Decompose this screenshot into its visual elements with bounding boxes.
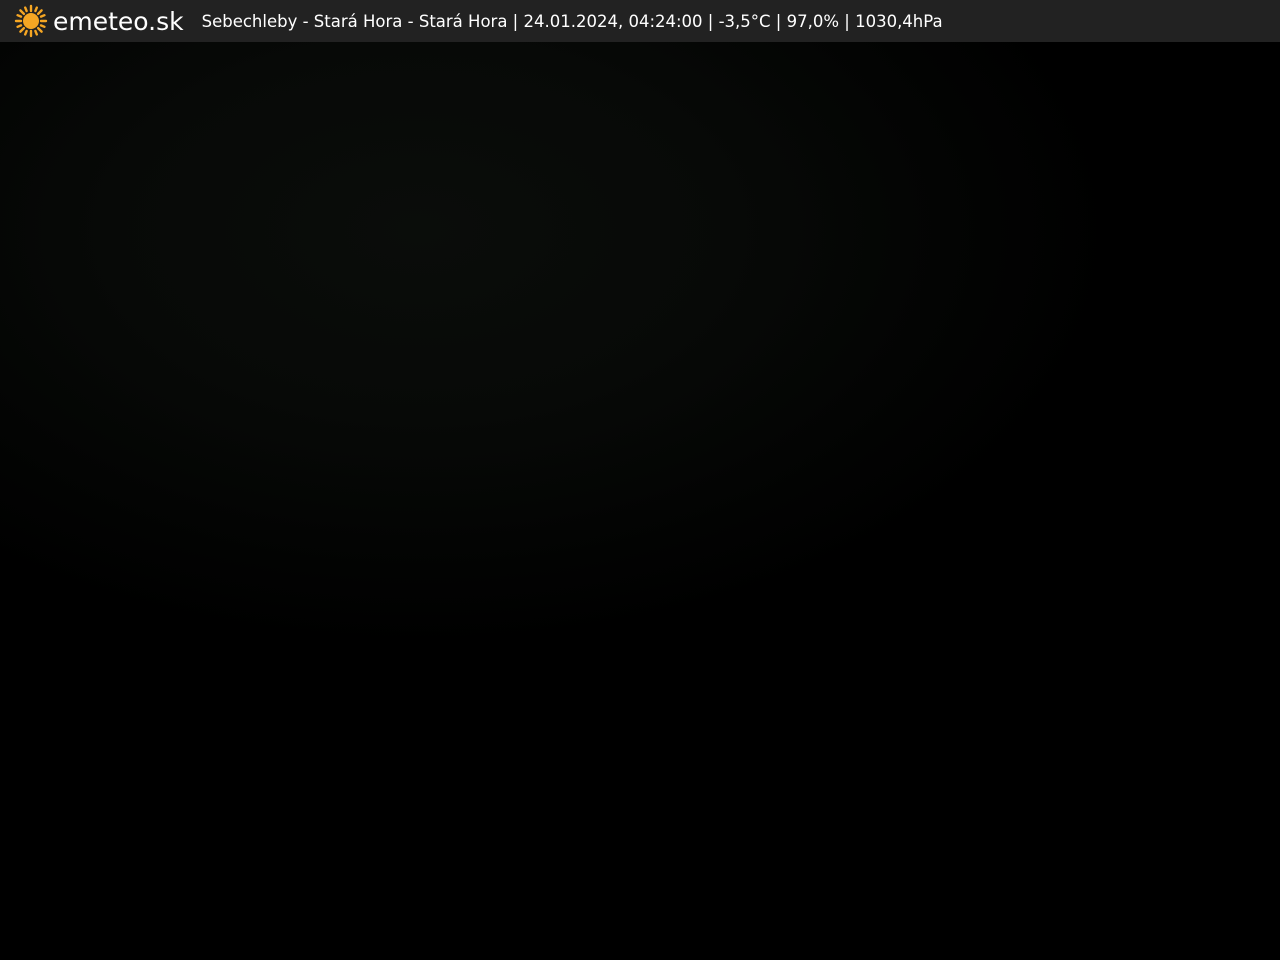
brand-name[interactable]: emeteo.sk bbox=[53, 7, 184, 36]
logo: emeteo.sk bbox=[14, 0, 184, 42]
info-bar: emeteo.sk Sebechleby - Stará Hora - Star… bbox=[0, 0, 1280, 42]
sun-icon bbox=[14, 4, 48, 38]
webcam-night-image bbox=[0, 42, 1280, 960]
webcam-frame: emeteo.sk Sebechleby - Stará Hora - Star… bbox=[0, 0, 1280, 960]
station-caption: Sebechleby - Stará Hora - Stará Hora | 2… bbox=[201, 11, 943, 31]
